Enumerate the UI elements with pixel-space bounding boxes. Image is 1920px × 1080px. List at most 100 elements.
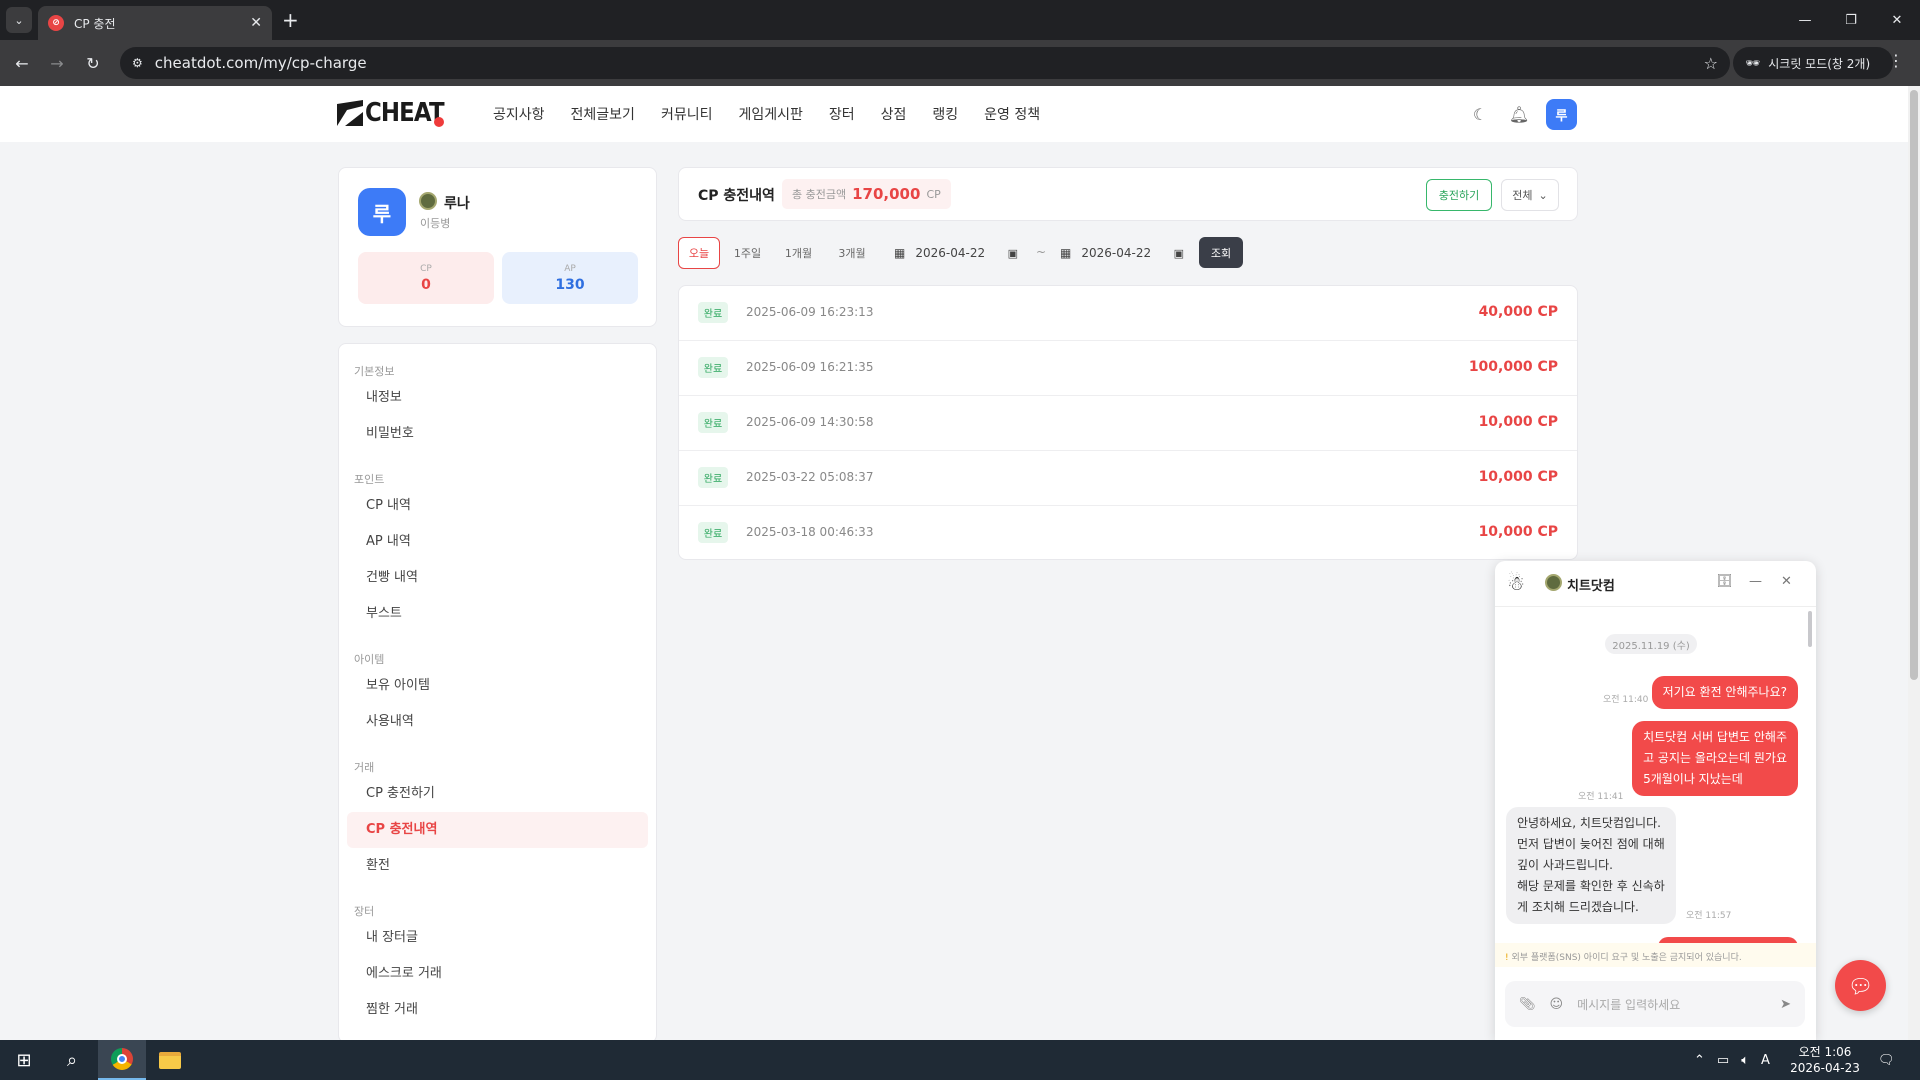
date-from-value: 2026-04-22 <box>915 246 986 260</box>
menu-item-usage-history[interactable]: 사용내역 <box>347 704 648 740</box>
volume-icon[interactable]: 🔈︎ <box>1741 1053 1749 1068</box>
emoji-icon[interactable]: ☺ <box>1550 997 1564 1012</box>
tab-search-chevron-icon[interactable]: ⌄ <box>6 7 32 33</box>
nav-policy[interactable]: 운영 정책 <box>984 104 1040 124</box>
ime-indicator[interactable]: A <box>1761 1053 1770 1068</box>
notification-center-icon[interactable]: 🗨︎ <box>1878 1040 1895 1080</box>
chat-title: 치트닷컴 <box>1567 579 1615 594</box>
chat-messages[interactable]: 2025.11.19 (수) 오전 11:40 저기요 환전 안해주나요? 오전… <box>1495 607 1816 943</box>
profile-card: 루 루나 이등병 CP 0 AP 130 <box>338 167 657 327</box>
new-tab-plus-icon[interactable]: + <box>282 8 299 32</box>
menu-item-exchange[interactable]: 환전 <box>347 848 648 884</box>
date-to-input[interactable]: ▦ 2026-04-22 ▣ <box>1050 237 1190 269</box>
windows-taskbar: ⊞ ⌕ ⌃ ▭ 🔈︎ A 오전 1:06 2026-04-23 🗨︎ <box>0 1040 1920 1080</box>
message-line: 안녕하세요, 치트닷컴입니다. <box>1517 816 1661 830</box>
back-arrow-icon[interactable]: ← <box>10 51 34 75</box>
nav-market[interactable]: 장터 <box>829 104 855 124</box>
date-picker-icon[interactable]: ▣ <box>1008 247 1018 260</box>
table-row: 완료 2025-06-09 16:23:13 40,000 CP <box>679 286 1577 341</box>
menu-item-my-info[interactable]: 내정보 <box>347 380 648 416</box>
browser-menu-icon[interactable]: ⋮ <box>1888 51 1904 70</box>
incognito-indicator[interactable]: 🕶 시크릿 모드(창 2개) <box>1733 47 1893 79</box>
taskbar-clock[interactable]: 오전 1:06 2026-04-23 <box>1780 1044 1870 1076</box>
archive-icon[interactable]: 🗄︎ <box>1716 574 1733 589</box>
site-info-icon[interactable]: ⚙ <box>132 56 143 70</box>
nav-notice[interactable]: 공지사항 <box>493 104 545 124</box>
minimize-icon[interactable]: — <box>1782 0 1828 40</box>
total-charge-value: 170,000 <box>852 185 921 203</box>
nav-all-posts[interactable]: 전체글보기 <box>571 104 635 124</box>
date-picker-icon[interactable]: ▣ <box>1174 247 1184 260</box>
menu-item-owned-items[interactable]: 보유 아이템 <box>347 668 648 704</box>
nav-community[interactable]: 커뮤니티 <box>661 104 713 124</box>
chat-notice-text: 외부 플랫폼(SNS) 아이디 요구 및 노출은 금지되어 있습니다. <box>1511 953 1742 963</box>
browser-toolbar: ← → ↻ ⚙ cheatdot.com/my/cp-charge ☆ 🕶 시크… <box>0 40 1920 86</box>
record-amount: 10,000 CP <box>1478 414 1558 430</box>
reload-icon[interactable]: ↻ <box>81 51 105 75</box>
menu-item-wishlist-trades[interactable]: 찜한 거래 <box>347 992 648 1028</box>
browser-tab-active[interactable]: ⊘ CP 충전 ✕ <box>38 6 272 40</box>
tab-close-icon[interactable]: ✕ <box>250 15 262 31</box>
search-button[interactable]: 조회 <box>1199 237 1243 268</box>
message-time: 오전 11:41 <box>1578 792 1624 802</box>
network-icon[interactable]: ▭ <box>1717 1053 1729 1068</box>
menu-item-my-market-posts[interactable]: 내 장터글 <box>347 920 648 956</box>
page-scrollbar-thumb[interactable] <box>1910 90 1918 680</box>
chat-minimize-icon[interactable]: — <box>1749 574 1762 589</box>
windows-start-icon[interactable]: ⊞ <box>0 1040 48 1080</box>
logo-text: CHEAT <box>365 98 445 128</box>
message-bubble-sent: 치트닷컴 서버 답변도 안해주 고 공지는 올라오는데 뭔가요 5개월이나 지났… <box>1632 721 1798 796</box>
clock-date: 2026-04-23 <box>1790 1061 1860 1075</box>
header-avatar[interactable]: 루 <box>1546 99 1577 130</box>
menu-item-cp-charge-history[interactable]: CP 충전내역 <box>347 812 648 848</box>
chat-close-icon[interactable]: ✕ <box>1781 574 1792 589</box>
message-time: 오전 11:57 <box>1686 911 1732 921</box>
menu-item-boost[interactable]: 부스트 <box>347 596 648 632</box>
period-today-button[interactable]: 오늘 <box>678 237 720 269</box>
message-bubble-sent: 저기요 환전 안해주나요? <box>1651 676 1798 709</box>
file-explorer-icon[interactable] <box>146 1040 194 1080</box>
chat-scrollbar[interactable] <box>1808 611 1812 647</box>
date-from-input[interactable]: ▦ 2026-04-22 ▣ <box>884 237 1024 269</box>
bookmark-star-icon[interactable]: ☆ <box>1704 54 1718 73</box>
message-input[interactable]: 메시지를 입력하세요 <box>1577 996 1766 1013</box>
chat-launcher-button[interactable]: 💬︎ <box>1835 960 1886 1011</box>
tray-chevron-up-icon[interactable]: ⌃ <box>1694 1053 1705 1068</box>
record-amount: 40,000 CP <box>1478 304 1558 320</box>
record-datetime: 2025-03-22 05:08:37 <box>746 470 874 484</box>
menu-section-market: 장터 <box>354 905 375 918</box>
menu-item-cp-history[interactable]: CP 내역 <box>347 488 648 524</box>
dark-mode-moon-icon[interactable]: ☾ <box>1468 102 1492 126</box>
chrome-taskbar-icon[interactable] <box>98 1040 146 1080</box>
attach-paperclip-icon[interactable]: 📎︎ <box>1519 997 1536 1012</box>
rank-insignia-icon <box>419 192 437 210</box>
menu-item-cp-charge[interactable]: CP 충전하기 <box>347 776 648 812</box>
page-scrollbar[interactable] <box>1908 86 1920 1040</box>
nav-shop[interactable]: 상점 <box>881 104 907 124</box>
menu-item-escrow[interactable]: 에스크로 거래 <box>347 956 648 992</box>
search-icon[interactable]: ⌕ <box>48 1040 96 1080</box>
period-1month-button[interactable]: 1개월 <box>776 237 821 269</box>
nav-ranking[interactable]: 랭킹 <box>932 104 958 124</box>
menu-item-biscuit-history[interactable]: 건빵 내역 <box>347 560 648 596</box>
send-icon[interactable]: ➤ <box>1780 997 1791 1012</box>
forward-arrow-icon[interactable]: → <box>45 51 69 75</box>
restore-icon[interactable]: ❐ <box>1828 0 1874 40</box>
menu-item-password[interactable]: 비밀번호 <box>347 416 648 452</box>
chat-input-box[interactable]: 📎︎ ☺ 메시지를 입력하세요 ➤ <box>1505 981 1805 1027</box>
address-bar[interactable]: ⚙ cheatdot.com/my/cp-charge ☆ <box>120 47 1730 79</box>
profile-avatar: 루 <box>358 188 406 236</box>
logo-mark-icon <box>337 100 363 126</box>
clock-time: 오전 1:06 <box>1798 1045 1852 1059</box>
nav-game-board[interactable]: 게임게시판 <box>738 104 802 124</box>
charge-button[interactable]: 충전하기 <box>1426 179 1492 211</box>
menu-item-ap-history[interactable]: AP 내역 <box>347 524 648 560</box>
notification-bell-icon[interactable]: 🔔︎ <box>1507 102 1531 126</box>
site-logo[interactable]: CHEAT <box>337 98 454 128</box>
window-close-icon[interactable]: ✕ <box>1874 0 1920 40</box>
url-text[interactable]: cheatdot.com/my/cp-charge <box>155 54 1704 72</box>
period-1week-button[interactable]: 1주일 <box>725 237 770 269</box>
calendar-icon: ▦ <box>1060 246 1072 260</box>
status-filter-select[interactable]: 전체 ⌄ <box>1501 179 1559 211</box>
period-3month-button[interactable]: 3개월 <box>828 237 876 269</box>
